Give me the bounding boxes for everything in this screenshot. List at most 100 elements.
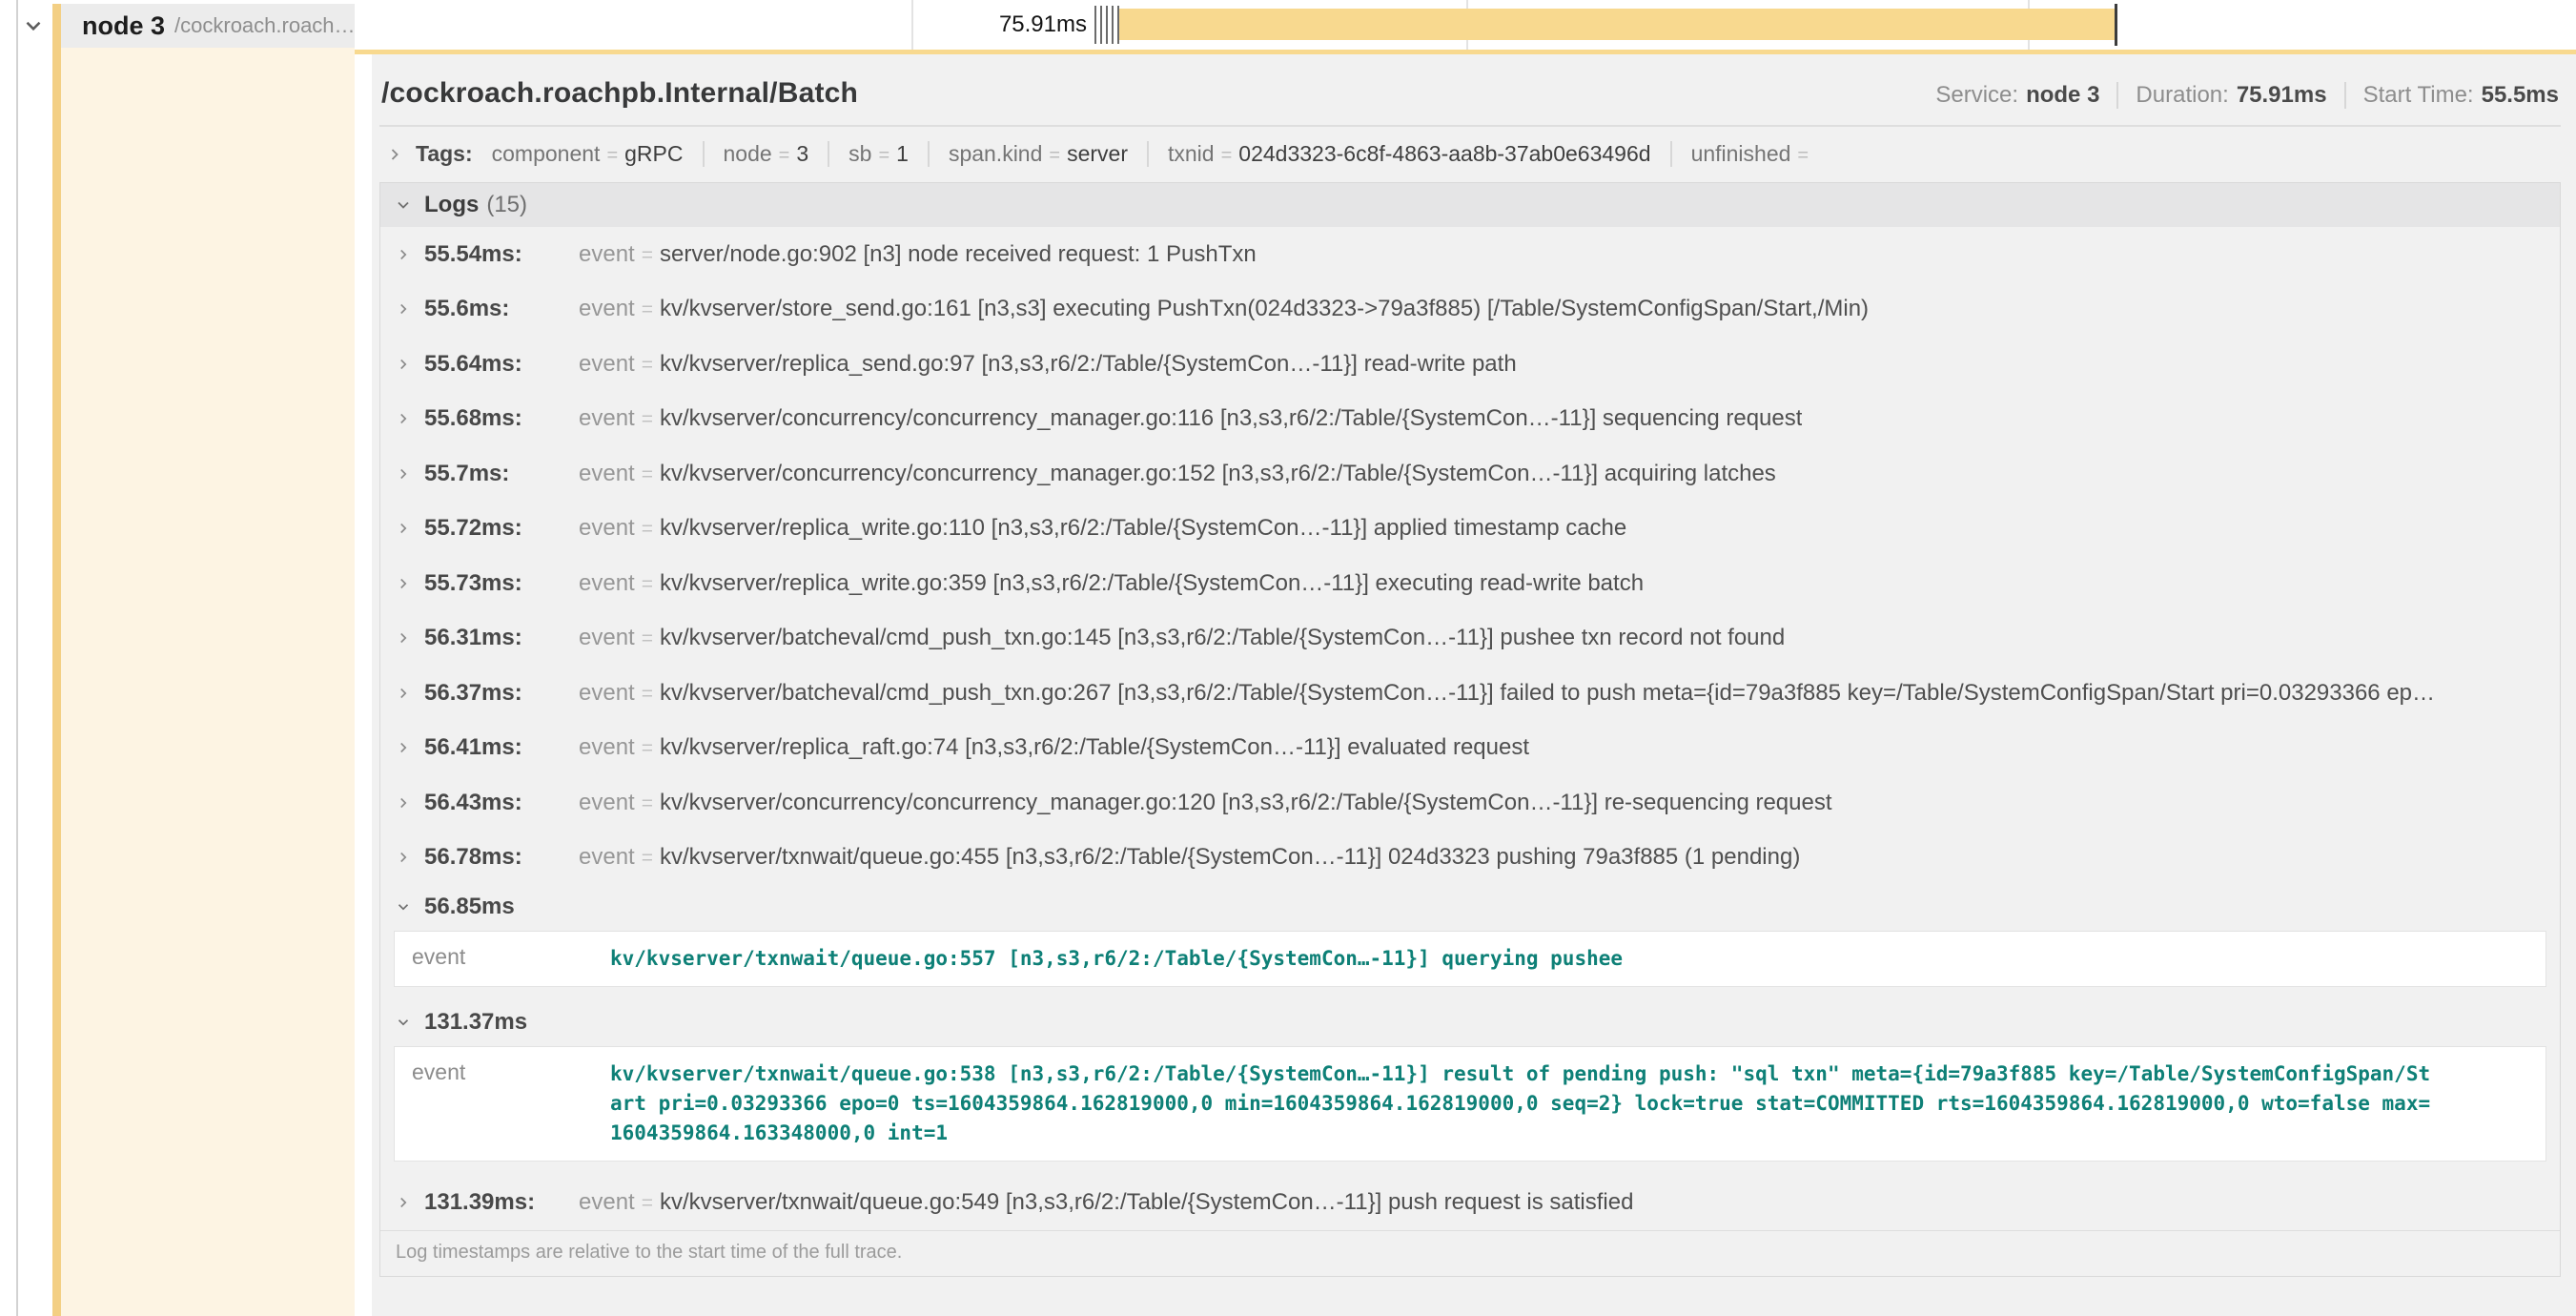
- chevron-right-icon: [394, 520, 413, 537]
- logs-footer-note: Log timestamps are relative to the start…: [380, 1230, 2560, 1276]
- log-row[interactable]: 56.31ms: event=kv/kvserver/batcheval/cmd…: [380, 611, 2560, 667]
- log-message: event=kv/kvserver/concurrency/concurrenc…: [579, 405, 1802, 432]
- chevron-down-icon: [394, 195, 413, 215]
- chevron-down-icon: [394, 898, 413, 915]
- log-field-key: event: [395, 1059, 610, 1148]
- chevron-right-icon: [385, 145, 404, 164]
- log-message: event=kv/kvserver/batcheval/cmd_push_txn…: [579, 625, 1785, 651]
- log-fields-table: event kv/kvserver/txnwait/queue.go:557 […: [394, 931, 2546, 987]
- ruler-gridline: [911, 0, 913, 50]
- span-detail-panel: /cockroach.roachpb.Internal/Batch Servic…: [372, 54, 2576, 1316]
- logs-toggle[interactable]: Logs (15): [380, 183, 2560, 227]
- start-time-value: 55.5ms: [2482, 82, 2559, 108]
- tag-sb: sb=1: [828, 141, 928, 167]
- collapse-chevron-icon[interactable]: [19, 10, 48, 42]
- span-row-label[interactable]: node 3 /cockroach.roach…: [61, 4, 355, 48]
- log-row[interactable]: 55.73ms: event=kv/kvserver/replica_write…: [380, 556, 2560, 611]
- log-row[interactable]: 131.39ms: event=kv/kvserver/txnwait/queu…: [380, 1175, 2560, 1230]
- span-service-name: node 3: [82, 11, 165, 41]
- log-field-value: kv/kvserver/txnwait/queue.go:557 [n3,s3,…: [610, 944, 1623, 974]
- start-time-label: Start Time:: [2363, 82, 2474, 108]
- chevron-right-icon: [394, 739, 413, 756]
- log-timestamp: 55.7ms:: [424, 461, 569, 487]
- log-row[interactable]: 56.37ms: event=kv/kvserver/batcheval/cmd…: [380, 666, 2560, 721]
- service-value: node 3: [2026, 82, 2099, 108]
- log-timestamp: 55.73ms:: [424, 570, 569, 597]
- log-timestamp: 56.43ms:: [424, 790, 569, 816]
- chevron-right-icon: [394, 300, 413, 318]
- log-row[interactable]: 56.43ms: event=kv/kvserver/concurrency/c…: [380, 775, 2560, 831]
- log-row-expanded-header[interactable]: 131.37ms: [380, 1000, 2560, 1044]
- log-message: event=kv/kvserver/txnwait/queue.go:455 […: [579, 844, 1800, 871]
- chevron-right-icon: [394, 410, 413, 427]
- log-field-key: event: [395, 944, 610, 974]
- chevron-right-icon: [394, 465, 413, 483]
- log-timestamp: 55.64ms:: [424, 351, 569, 378]
- log-timestamp: 56.85ms: [424, 894, 515, 920]
- span-meta: Service: node 3 Duration: 75.91ms Start Ti…: [1935, 82, 2559, 109]
- log-row[interactable]: 55.64ms: event=kv/kvserver/replica_send.…: [380, 337, 2560, 392]
- log-row[interactable]: 55.6ms: event=kv/kvserver/store_send.go:…: [380, 282, 2560, 338]
- chevron-right-icon: [394, 629, 413, 647]
- tag-component: component=gRPC: [492, 141, 703, 167]
- log-timestamp: 131.39ms:: [424, 1189, 569, 1216]
- span-bar-end-marker: [2115, 4, 2117, 46]
- log-message: event=kv/kvserver/replica_send.go:97 [n3…: [579, 351, 1517, 378]
- tag-txnid: txnid=024d3323-6c8f-4863-aa8b-37ab0e6349…: [1147, 141, 1670, 167]
- log-row[interactable]: 56.41ms: event=kv/kvserver/replica_raft.…: [380, 721, 2560, 776]
- log-row[interactable]: 55.54ms: event=server/node.go:902 [n3] n…: [380, 227, 2560, 282]
- log-message: event=kv/kvserver/replica_write.go:359 […: [579, 570, 1644, 597]
- duration-value: 75.91ms: [2237, 82, 2327, 108]
- log-timestamp: 55.72ms:: [424, 515, 569, 542]
- log-timestamp: 55.6ms:: [424, 296, 569, 322]
- log-row[interactable]: 55.72ms: event=kv/kvserver/replica_write…: [380, 502, 2560, 557]
- tag-unfinished: unfinished=: [1670, 141, 1835, 167]
- panel-divider: [16, 0, 18, 1316]
- log-message: event=kv/kvserver/store_send.go:161 [n3,…: [579, 296, 1869, 322]
- span-detail-header: /cockroach.roachpb.Internal/Batch Servic…: [379, 73, 2561, 125]
- log-message: event=kv/kvserver/txnwait/queue.go:549 […: [579, 1189, 1633, 1216]
- page-title: /cockroach.roachpb.Internal/Batch: [381, 77, 858, 110]
- log-message: event=kv/kvserver/batcheval/cmd_push_txn…: [579, 680, 2435, 707]
- log-field-value: kv/kvserver/txnwait/queue.go:538 [n3,s3,…: [610, 1059, 2441, 1148]
- tags-toggle[interactable]: Tags: component=gRPC node=3 sb=1 span.ki…: [379, 127, 2561, 180]
- span-accent-stripe: [52, 4, 61, 1316]
- log-message: event=kv/kvserver/concurrency/concurrenc…: [579, 461, 1776, 487]
- logs-count: (15): [486, 192, 527, 218]
- log-row-expanded-header[interactable]: 56.85ms: [380, 885, 2560, 929]
- log-message: event=kv/kvserver/concurrency/concurrenc…: [579, 790, 1832, 816]
- log-row[interactable]: 55.7ms: event=kv/kvserver/concurrency/co…: [380, 446, 2560, 502]
- log-entry-expanded: 56.85ms event kv/kvserver/txnwait/queue.…: [380, 885, 2560, 987]
- chevron-right-icon: [394, 849, 413, 866]
- chevron-down-icon: [394, 1014, 413, 1031]
- tag-node: node=3: [703, 141, 828, 167]
- span-operation-name: /cockroach.roach…: [174, 13, 355, 38]
- span-duration-bar[interactable]: [1119, 9, 2115, 40]
- chevron-right-icon: [394, 794, 413, 812]
- span-duration-label: 75.91ms: [953, 0, 1087, 50]
- chevron-right-icon: [394, 575, 413, 592]
- log-timestamp: 56.37ms:: [424, 680, 569, 707]
- logs-label: Logs: [424, 192, 479, 218]
- log-timestamp: 55.68ms:: [424, 405, 569, 432]
- log-message: event=kv/kvserver/replica_write.go:110 […: [579, 515, 1626, 542]
- log-timestamp: 131.37ms: [424, 1009, 527, 1036]
- log-row[interactable]: 55.68ms: event=kv/kvserver/concurrency/c…: [380, 392, 2560, 447]
- chevron-right-icon: [394, 1194, 413, 1211]
- tag-span-kind: span.kind=server: [928, 141, 1147, 167]
- log-fields-table: event kv/kvserver/txnwait/queue.go:538 […: [394, 1046, 2546, 1162]
- service-label: Service:: [1935, 82, 2018, 108]
- chevron-right-icon: [394, 685, 413, 702]
- log-message: event=server/node.go:902 [n3] node recei…: [579, 241, 1257, 268]
- log-timestamp: 55.54ms:: [424, 241, 569, 268]
- log-timestamp: 56.78ms:: [424, 844, 569, 871]
- chevron-right-icon: [394, 356, 413, 373]
- duration-label: Duration:: [2136, 82, 2228, 108]
- log-row[interactable]: 56.78ms: event=kv/kvserver/txnwait/queue…: [380, 831, 2560, 886]
- span-name-column: [61, 46, 355, 1316]
- log-timestamp: 56.31ms:: [424, 625, 569, 651]
- log-timestamp: 56.41ms:: [424, 734, 569, 761]
- log-message: event=kv/kvserver/replica_raft.go:74 [n3…: [579, 734, 1529, 761]
- child-span-ticks: [1094, 6, 1119, 44]
- log-entry-expanded: 131.37ms event kv/kvserver/txnwait/queue…: [380, 1000, 2560, 1162]
